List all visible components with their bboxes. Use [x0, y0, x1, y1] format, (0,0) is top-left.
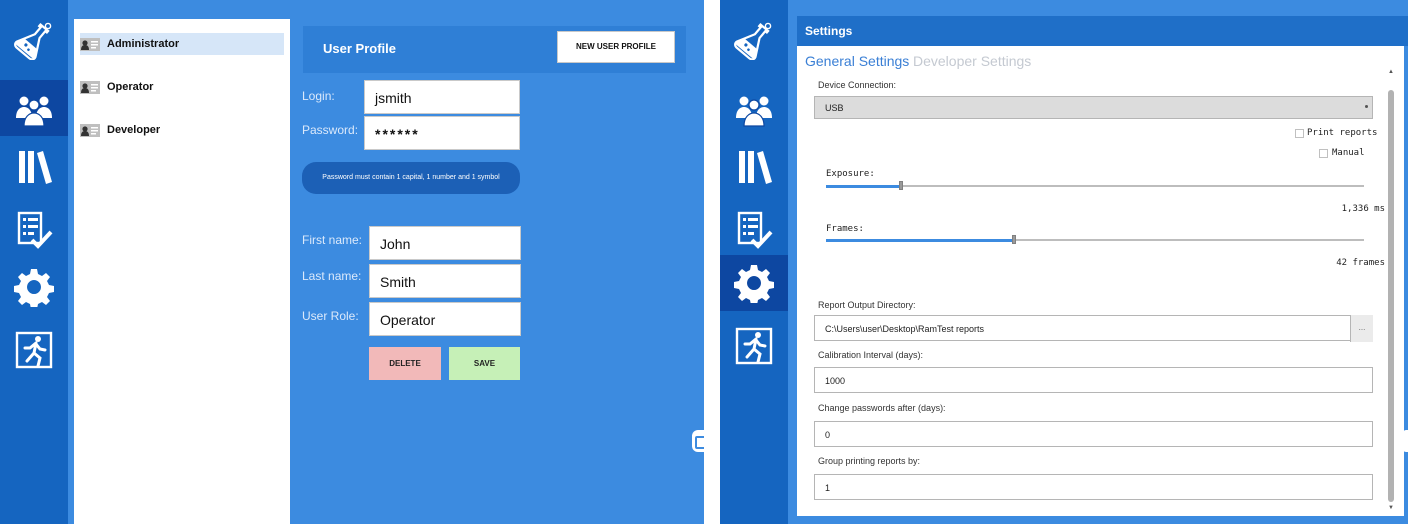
- group-printing-label: Group printing reports by:: [818, 456, 921, 466]
- gear-icon[interactable]: [720, 255, 788, 311]
- scroll-down-icon[interactable]: ▼: [1387, 504, 1395, 512]
- settings-body: General Settings Developer Settings Devi…: [797, 46, 1404, 516]
- nav-rail: [720, 0, 788, 524]
- exit-icon[interactable]: [720, 318, 788, 374]
- list-item[interactable]: Administrator: [80, 33, 284, 55]
- group-printing-field[interactable]: 1: [814, 474, 1373, 500]
- user-role-label: User Role:: [302, 309, 359, 323]
- device-connection-value: USB: [825, 103, 844, 113]
- report-dir-label: Report Output Directory:: [818, 300, 916, 310]
- device-connection-label: Device Connection:: [818, 80, 897, 90]
- user-card-icon: [80, 124, 100, 137]
- exit-icon[interactable]: [0, 322, 68, 378]
- exposure-slider-handle[interactable]: [899, 181, 903, 190]
- user-name: Administrator: [107, 38, 180, 50]
- user-card-icon: [80, 81, 100, 94]
- user-management-screen: Administrator Operator Developer User Pr…: [0, 0, 704, 524]
- library-icon[interactable]: [720, 139, 788, 195]
- settings-titlebar: Settings: [797, 16, 1408, 46]
- exposure-label: Exposure:: [826, 169, 875, 179]
- calibration-field[interactable]: 1000: [814, 367, 1373, 393]
- nav-rail: [0, 0, 68, 524]
- password-field[interactable]: ******: [364, 116, 520, 150]
- frames-slider-fill: [826, 239, 1014, 242]
- side-handle-icon[interactable]: [1403, 430, 1408, 452]
- report-dir-field[interactable]: C:\Users\user\Desktop\RamTest reports: [814, 315, 1373, 341]
- password-label: Password:: [302, 123, 359, 137]
- login-field[interactable]: jsmith: [364, 80, 520, 114]
- user-card-icon: [80, 38, 100, 51]
- frames-label: Frames:: [826, 224, 864, 234]
- library-icon[interactable]: [0, 139, 68, 195]
- user-list: Administrator Operator Developer: [74, 19, 290, 524]
- last-name-field[interactable]: Smith: [369, 264, 521, 298]
- device-connection-select[interactable]: USB: [814, 96, 1373, 119]
- dropdown-arrow-icon: [1365, 105, 1368, 108]
- gear-icon[interactable]: [0, 259, 68, 315]
- user-name: Operator: [107, 81, 154, 93]
- flask-icon[interactable]: [0, 12, 68, 68]
- change-passwords-field[interactable]: 0: [814, 421, 1373, 447]
- first-name-field[interactable]: John: [369, 226, 521, 260]
- tab-general-settings[interactable]: General Settings: [805, 53, 909, 69]
- users-icon[interactable]: [0, 80, 68, 136]
- scroll-up-icon[interactable]: ▲: [1387, 68, 1395, 76]
- print-reports-label: Print reports: [1307, 128, 1378, 138]
- settings-screen: Settings General Settings Developer Sett…: [720, 0, 1408, 524]
- first-name-label: First name:: [302, 233, 363, 247]
- password-hint: Password must contain 1 capital, 1 numbe…: [302, 162, 520, 194]
- page-title: Settings: [805, 24, 853, 38]
- new-user-profile-button[interactable]: NEW USER PROFILE: [557, 31, 675, 63]
- exposure-value: 1,336 ms: [1341, 204, 1385, 214]
- checklist-icon[interactable]: [0, 202, 68, 258]
- browse-button[interactable]: ...: [1350, 315, 1373, 342]
- login-label: Login:: [302, 89, 335, 103]
- change-passwords-label: Change passwords after (days):: [818, 403, 946, 413]
- save-button[interactable]: SAVE: [449, 347, 520, 380]
- frames-slider-handle[interactable]: [1012, 235, 1016, 244]
- scrollbar-thumb[interactable]: [1388, 90, 1394, 502]
- frames-value: 42 frames: [1336, 258, 1385, 268]
- users-icon[interactable]: [720, 80, 788, 136]
- flask-icon[interactable]: [720, 12, 788, 68]
- last-name-label: Last name:: [302, 269, 362, 283]
- page-title: User Profile: [323, 41, 396, 56]
- side-handle-icon[interactable]: [692, 430, 704, 452]
- list-item[interactable]: Operator: [80, 76, 284, 98]
- exposure-slider[interactable]: [826, 185, 1364, 187]
- tab-developer-settings[interactable]: Developer Settings: [913, 53, 1031, 69]
- profile-header: User Profile NEW USER PROFILE: [303, 26, 686, 73]
- calibration-label: Calibration Interval (days):: [818, 350, 924, 360]
- vertical-scrollbar[interactable]: ▲ ▼: [1385, 68, 1397, 514]
- manual-label: Manual: [1332, 148, 1365, 158]
- user-name: Developer: [107, 124, 161, 136]
- checklist-icon[interactable]: [720, 202, 788, 258]
- user-role-field[interactable]: Operator: [369, 302, 521, 336]
- delete-button[interactable]: DELETE: [369, 347, 441, 380]
- manual-checkbox[interactable]: [1319, 149, 1328, 158]
- exposure-slider-fill: [826, 185, 901, 188]
- print-reports-checkbox[interactable]: [1295, 129, 1304, 138]
- list-item[interactable]: Developer: [80, 119, 284, 141]
